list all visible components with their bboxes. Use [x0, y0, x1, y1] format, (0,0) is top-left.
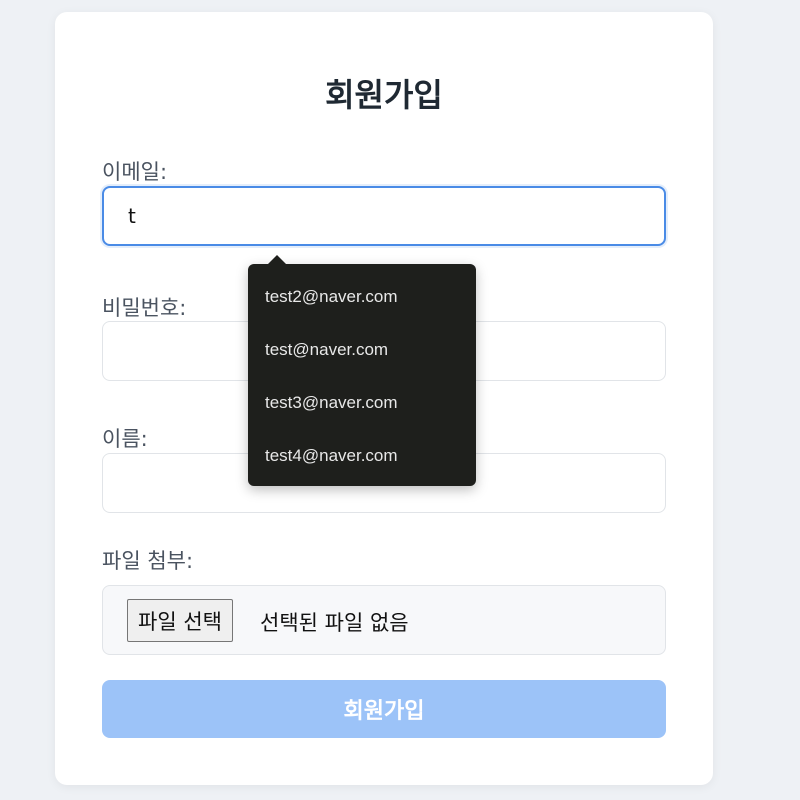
- email-field[interactable]: [102, 186, 666, 246]
- name-label: 이름:: [102, 427, 148, 451]
- file-input: 파일 선택 선택된 파일 없음: [102, 585, 666, 655]
- email-label: 이메일:: [102, 160, 168, 184]
- autocomplete-item[interactable]: test2@naver.com: [265, 287, 398, 307]
- autocomplete-item[interactable]: test3@naver.com: [265, 393, 398, 413]
- autocomplete-item[interactable]: test@naver.com: [265, 340, 388, 360]
- signup-submit-button[interactable]: 회원가입: [102, 680, 666, 738]
- file-status-text: 선택된 파일 없음: [260, 611, 409, 635]
- file-label: 파일 첨부:: [102, 549, 194, 573]
- dropdown-pointer: [267, 255, 287, 265]
- file-choose-button[interactable]: 파일 선택: [127, 599, 233, 642]
- autocomplete-item[interactable]: test4@naver.com: [265, 446, 398, 466]
- email-autocomplete-dropdown: test2@naver.com test@naver.com test3@nav…: [248, 255, 476, 486]
- page-title: 회원가입: [325, 76, 443, 114]
- password-label: 비밀번호:: [102, 296, 187, 320]
